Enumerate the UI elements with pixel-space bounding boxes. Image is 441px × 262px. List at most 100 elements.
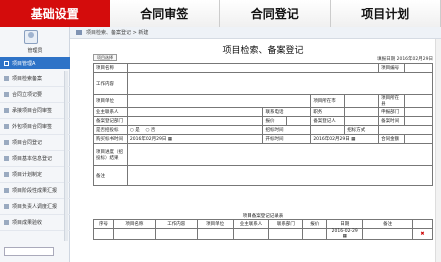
open-time-value: 2016年02月29日 xyxy=(313,137,350,142)
tab-contract-review[interactable]: 合同审签 xyxy=(109,0,220,27)
contract-fee-field[interactable] xyxy=(404,134,433,144)
sidebar-item[interactable]: 外包项目合同审签 xyxy=(0,119,70,135)
sidebar: 管理员 项目管理A 项目检索备案 合同立项记要 承接项目合同审签 外包项目合同审… xyxy=(0,27,70,262)
sidebar-item[interactable]: 项目合同登记 xyxy=(0,135,70,151)
sidebar-item-label: 合同立项记要 xyxy=(12,92,43,98)
label-project-county: 项目所在县 xyxy=(378,94,406,108)
calendar-icon[interactable]: ▦ xyxy=(168,137,172,142)
record-table-header: 序号 项目名称 工作内容 项目单位 业主联系人 联系部门 报价 日期 备注 xyxy=(93,219,433,229)
cell-action[interactable]: ✖ xyxy=(412,228,433,240)
col-header: 序号 xyxy=(93,219,114,229)
tab-project-plan[interactable]: 项目计划 xyxy=(330,0,441,27)
bid-time-field[interactable] xyxy=(310,125,346,135)
label-contact-phone: 联系电话 xyxy=(262,107,312,117)
cell-quote[interactable] xyxy=(302,228,328,240)
sidebar-item-label: 外包项目合同审签 xyxy=(12,124,53,130)
content-scrollbar[interactable] xyxy=(435,39,441,262)
project-no-field[interactable] xyxy=(404,63,433,73)
results-field[interactable] xyxy=(126,143,434,166)
sidebar-section-project-management[interactable]: 项目管理A xyxy=(0,57,70,69)
sidebar-item[interactable]: 项目基本信息登记 xyxy=(0,151,70,167)
sidebar-item[interactable]: 项目负责人调度汇报 xyxy=(0,199,70,215)
label-owner-contact: 业主联系人 xyxy=(93,107,128,117)
project-county-field[interactable] xyxy=(404,94,433,108)
home-icon[interactable] xyxy=(76,30,82,35)
cell-seq[interactable] xyxy=(93,228,114,240)
label-results: 项目进度（招投标）结果 xyxy=(93,143,128,166)
sidebar-item-label: 项目合同登记 xyxy=(12,140,43,146)
sidebar-item-label: 项目检索备案 xyxy=(12,76,43,82)
breadcrumb-text: 项目检索、备案登记 > 新建 xyxy=(86,30,149,36)
owner-contact-field[interactable] xyxy=(126,107,264,117)
calendar-icon[interactable]: ▦ xyxy=(351,137,355,142)
app-root: 基础设置 合同审签 合同登记 项目计划 管理员 项目管理A 项目检索备案 合同立… xyxy=(0,0,441,262)
project-city-field[interactable] xyxy=(344,94,380,108)
label-bid-time: 招标时间 xyxy=(262,125,312,135)
col-header: 项目单位 xyxy=(196,219,234,229)
radio-yes-label: 是 xyxy=(135,128,140,133)
sidebar-item-label: 项目负责人调度汇报 xyxy=(12,204,58,210)
position-field[interactable] xyxy=(344,107,380,117)
cell-project-name[interactable] xyxy=(112,228,156,240)
user-name: 管理员 xyxy=(27,48,43,54)
col-header: 报价 xyxy=(302,219,328,229)
tab-basic-settings[interactable]: 基础设置 xyxy=(0,0,110,27)
filing-time-field[interactable] xyxy=(404,116,433,126)
col-header: 备注 xyxy=(362,219,413,229)
sidebar-menu: 项目检索备案 合同立项记要 承接项目合同审签 外包项目合同审签 项目合同登记 项… xyxy=(0,71,70,231)
label-remark: 备注 xyxy=(93,165,128,186)
sidebar-item[interactable]: 合同立项记要 xyxy=(0,87,70,103)
label-project-no: 项目编号 xyxy=(378,63,406,73)
col-header: 日期 xyxy=(326,219,364,229)
work-content-field[interactable] xyxy=(126,72,434,95)
quote-field[interactable] xyxy=(286,116,312,126)
select-project-button[interactable]: 项目选择 xyxy=(93,54,117,61)
sidebar-item[interactable]: 项目计划制定 xyxy=(0,167,70,183)
remark-field[interactable] xyxy=(126,165,434,186)
label-is-bid: 是否招投标 xyxy=(93,125,128,135)
col-header: 工作内容 xyxy=(154,219,198,229)
sidebar-item[interactable]: 项目检索备案 xyxy=(0,71,70,87)
col-header xyxy=(412,219,433,229)
sidebar-item[interactable]: 承接项目合同审签 xyxy=(0,103,70,119)
is-bid-radios[interactable]: ○ 是 ○ 否 xyxy=(126,125,264,135)
calendar-icon[interactable]: ▦ xyxy=(343,234,347,239)
document-icon xyxy=(4,108,9,113)
cell-remark[interactable] xyxy=(362,228,413,240)
sidebar-item[interactable]: 项目阶段性成果汇报 xyxy=(0,183,70,199)
document-icon xyxy=(4,124,9,129)
document-icon xyxy=(4,220,9,225)
document-icon xyxy=(4,156,9,161)
open-time-field[interactable]: 2016年02月29日 ▦ xyxy=(310,134,380,144)
top-tab-bar: 基础设置 合同审签 合同登记 项目计划 xyxy=(0,0,441,27)
col-header: 业主联系人 xyxy=(232,219,270,229)
page-title: 项目检索、备案登记 xyxy=(222,46,304,56)
filing-person-field[interactable] xyxy=(344,116,380,126)
project-name-field[interactable] xyxy=(126,63,380,73)
label-contract-fee: 合同金额 xyxy=(378,134,406,144)
cell-project-unit[interactable] xyxy=(196,228,234,240)
cell-owner-contact[interactable] xyxy=(232,228,270,240)
project-unit-field[interactable] xyxy=(126,94,312,108)
breadcrumb: 项目检索、备案登记 > 新建 xyxy=(70,27,441,39)
cell-work-content[interactable] xyxy=(154,228,198,240)
sidebar-search-input[interactable] xyxy=(4,247,54,256)
cell-date[interactable]: 2016-02-29 ▦ xyxy=(326,228,364,240)
sidebar-item[interactable]: 项目成果验收 xyxy=(0,215,70,231)
date-label: 填报日期 xyxy=(377,57,396,62)
table-row: 2016-02-29 ▦ ✖ xyxy=(93,228,433,240)
registration-form-table: 项目名称 项目编号 工作内容 项目单位 项目所在市 项目所在县 业主联系人 联系… xyxy=(93,63,434,186)
sidebar-item-label: 项目基本信息登记 xyxy=(12,156,53,162)
buy-time-field[interactable]: 2016年02月29日 ▦ xyxy=(126,134,264,144)
filing-dept-field[interactable] xyxy=(126,116,264,126)
document-icon xyxy=(4,172,9,177)
delete-icon[interactable]: ✖ xyxy=(420,231,424,237)
radio-no-label: 否 xyxy=(150,128,156,133)
cell-contact-dept[interactable] xyxy=(268,228,304,240)
bid-method-field[interactable] xyxy=(378,125,433,135)
dept-field[interactable] xyxy=(404,107,433,117)
label-position: 职务 xyxy=(310,107,346,117)
tab-contract-registration[interactable]: 合同登记 xyxy=(220,0,331,27)
avatar xyxy=(24,30,38,44)
sidebar-scrollbar[interactable] xyxy=(64,71,68,241)
